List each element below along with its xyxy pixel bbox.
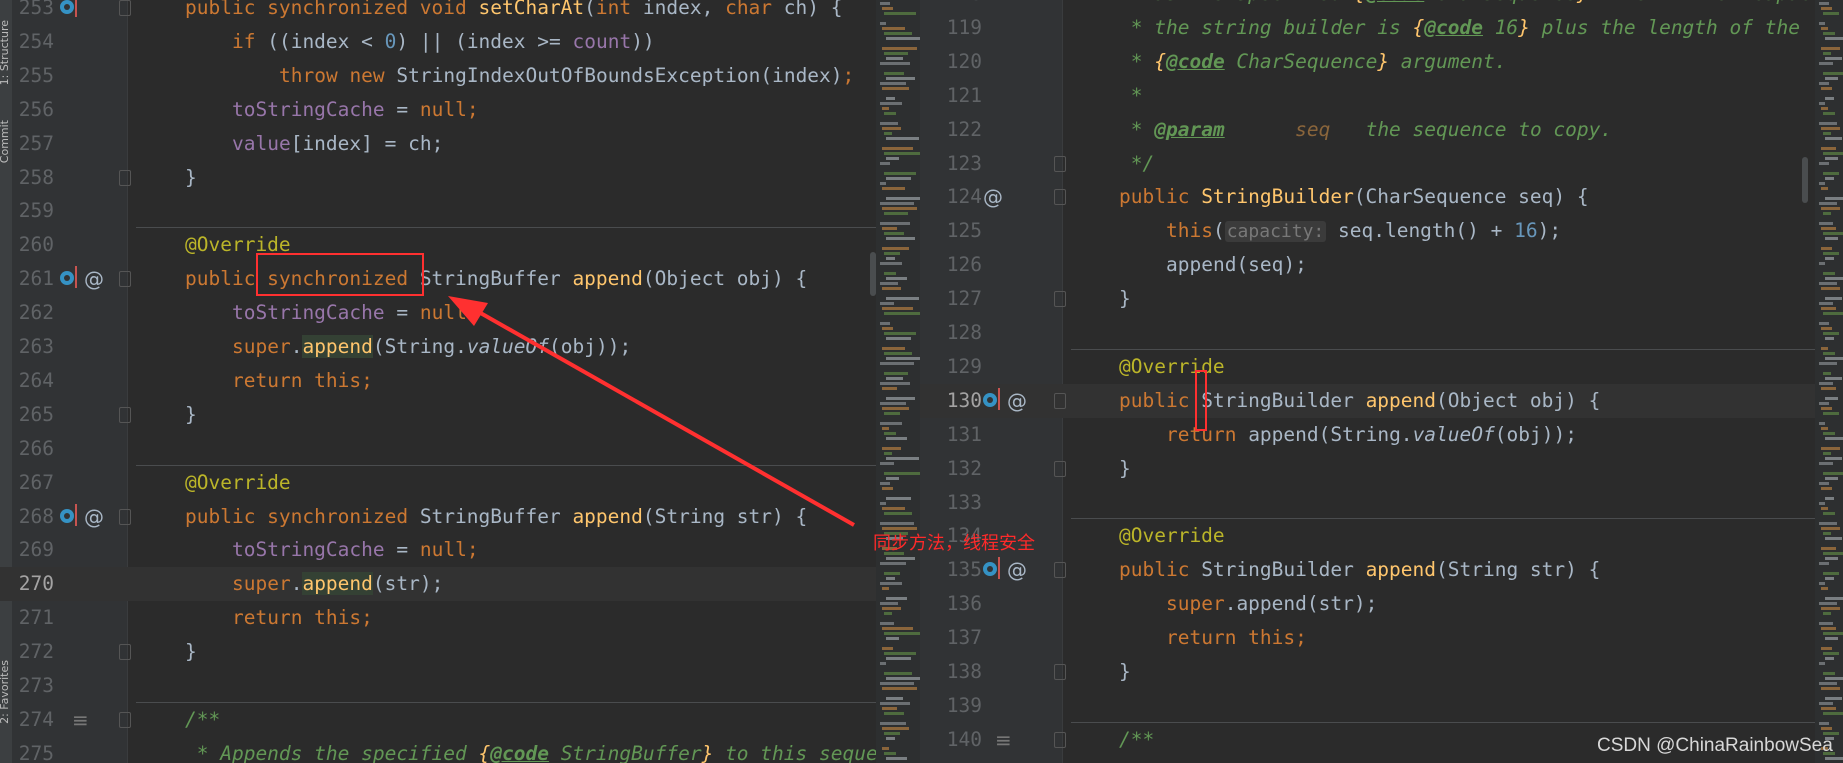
- arrow-shaft: [469, 305, 855, 527]
- watermark: CSDN @ChinaRainbowSea: [1597, 735, 1833, 756]
- arrow-head: [448, 296, 488, 326]
- annotation-text: 同步方法，线程安全: [873, 533, 1035, 554]
- annotation-arrow: [448, 296, 855, 527]
